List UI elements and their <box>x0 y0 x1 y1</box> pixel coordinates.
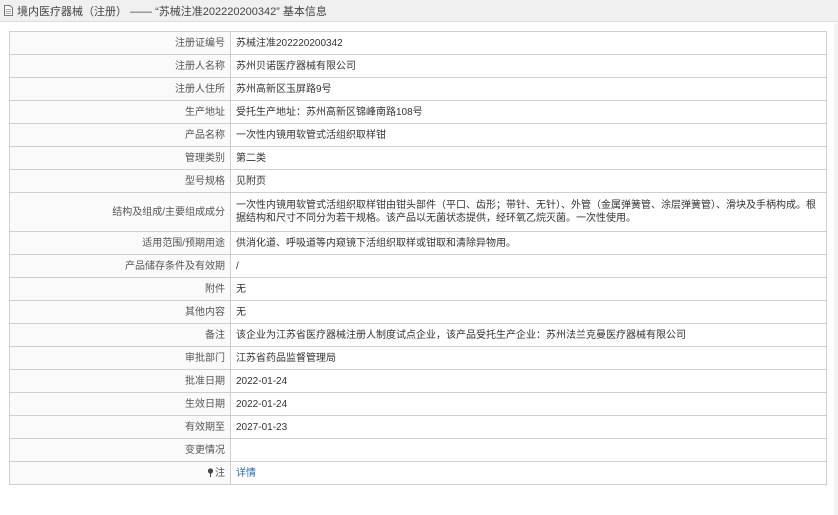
field-value: 该企业为江苏省医疗器械注册人制度试点企业，该产品受托生产企业：苏州法兰克曼医疗器… <box>230 323 827 347</box>
details-link[interactable]: 详情 <box>236 468 256 479</box>
field-label: 审批部门 <box>9 346 231 370</box>
table-row: 注册证编号 苏械注准202220200342 <box>9 31 827 55</box>
note-value: 详情 <box>230 461 827 485</box>
field-value <box>230 438 827 462</box>
field-label: 生效日期 <box>9 392 231 416</box>
table-row: 产品名称 一次性内镜用软管式活组织取样钳 <box>9 123 827 147</box>
note-label: 注 <box>9 461 231 485</box>
field-label: 注册证编号 <box>9 31 231 55</box>
field-value: 2022-01-24 <box>230 369 827 393</box>
table-row: 变更情况 <box>9 438 827 462</box>
field-label: 变更情况 <box>9 438 231 462</box>
field-label: 有效期至 <box>9 415 231 439</box>
table-row: 管理类别 第二类 <box>9 146 827 170</box>
field-label: 结构及组成/主要组成成分 <box>9 192 231 232</box>
table-row: 生产地址 受托生产地址：苏州高新区锦峰南路108号 <box>9 100 827 124</box>
field-label: 产品名称 <box>9 123 231 147</box>
field-value: 见附页 <box>230 169 827 193</box>
field-value: 2022-01-24 <box>230 392 827 416</box>
field-label: 生产地址 <box>9 100 231 124</box>
field-value: 无 <box>230 300 827 324</box>
note-label-text: 注 <box>215 467 225 479</box>
table-row: 有效期至 2027-01-23 <box>9 415 827 439</box>
field-value: 江苏省药品监督管理局 <box>230 346 827 370</box>
table-row: 产品储存条件及有效期 / <box>9 254 827 278</box>
field-label: 产品储存条件及有效期 <box>9 254 231 278</box>
field-value: 苏州贝诺医疗器械有限公司 <box>230 54 827 78</box>
page-title-bar: 境内医疗器械（注册） —— “苏械注准202220200342” 基本信息 <box>0 0 838 22</box>
field-value: 无 <box>230 277 827 301</box>
table-row: 注册人住所 苏州高新区玉屏路9号 <box>9 77 827 101</box>
field-label: 型号规格 <box>9 169 231 193</box>
field-value: 苏州高新区玉屏路9号 <box>230 77 827 101</box>
table-row: 批准日期 2022-01-24 <box>9 369 827 393</box>
field-label: 管理类别 <box>9 146 231 170</box>
info-table: 注册证编号 苏械注准202220200342 注册人名称 苏州贝诺医疗器械有限公… <box>9 31 827 485</box>
page-title: 境内医疗器械（注册） —— “苏械注准202220200342” 基本信息 <box>17 5 327 18</box>
field-label: 附件 <box>9 277 231 301</box>
field-label: 备注 <box>9 323 231 347</box>
field-value: / <box>230 254 827 278</box>
field-value: 苏械注准202220200342 <box>230 31 827 55</box>
field-label: 注册人名称 <box>9 54 231 78</box>
field-value: 2027-01-23 <box>230 415 827 439</box>
table-row: 型号规格 见附页 <box>9 169 827 193</box>
field-label: 适用范围/预期用途 <box>9 231 231 255</box>
field-label: 注册人住所 <box>9 77 231 101</box>
field-value: 第二类 <box>230 146 827 170</box>
field-value: 受托生产地址：苏州高新区锦峰南路108号 <box>230 100 827 124</box>
field-value: 一次性内镜用软管式活组织取样钳 <box>230 123 827 147</box>
table-row: 适用范围/预期用途 供消化道、呼吸道等内窥镜下活组织取样或钳取和清除异物用。 <box>9 231 827 255</box>
pin-icon <box>207 467 214 477</box>
field-label: 批准日期 <box>9 369 231 393</box>
table-row: 审批部门 江苏省药品监督管理局 <box>9 346 827 370</box>
table-row: 备注 该企业为江苏省医疗器械注册人制度试点企业，该产品受托生产企业：苏州法兰克曼… <box>9 323 827 347</box>
table-row: 结构及组成/主要组成成分 一次性内镜用软管式活组织取样钳由钳头部件（平口、齿形；… <box>9 192 827 232</box>
scrollbar[interactable] <box>834 23 838 515</box>
field-value: 供消化道、呼吸道等内窥镜下活组织取样或钳取和清除异物用。 <box>230 231 827 255</box>
note-row: 注 详情 <box>9 461 827 485</box>
table-row: 其他内容 无 <box>9 300 827 324</box>
info-table-container: 注册证编号 苏械注准202220200342 注册人名称 苏州贝诺医疗器械有限公… <box>9 31 827 485</box>
field-value: 一次性内镜用软管式活组织取样钳由钳头部件（平口、齿形；带针、无针）、外管（金属弹… <box>230 192 827 232</box>
document-icon <box>4 5 13 16</box>
table-row: 生效日期 2022-01-24 <box>9 392 827 416</box>
table-row: 附件 无 <box>9 277 827 301</box>
table-row: 注册人名称 苏州贝诺医疗器械有限公司 <box>9 54 827 78</box>
field-label: 其他内容 <box>9 300 231 324</box>
